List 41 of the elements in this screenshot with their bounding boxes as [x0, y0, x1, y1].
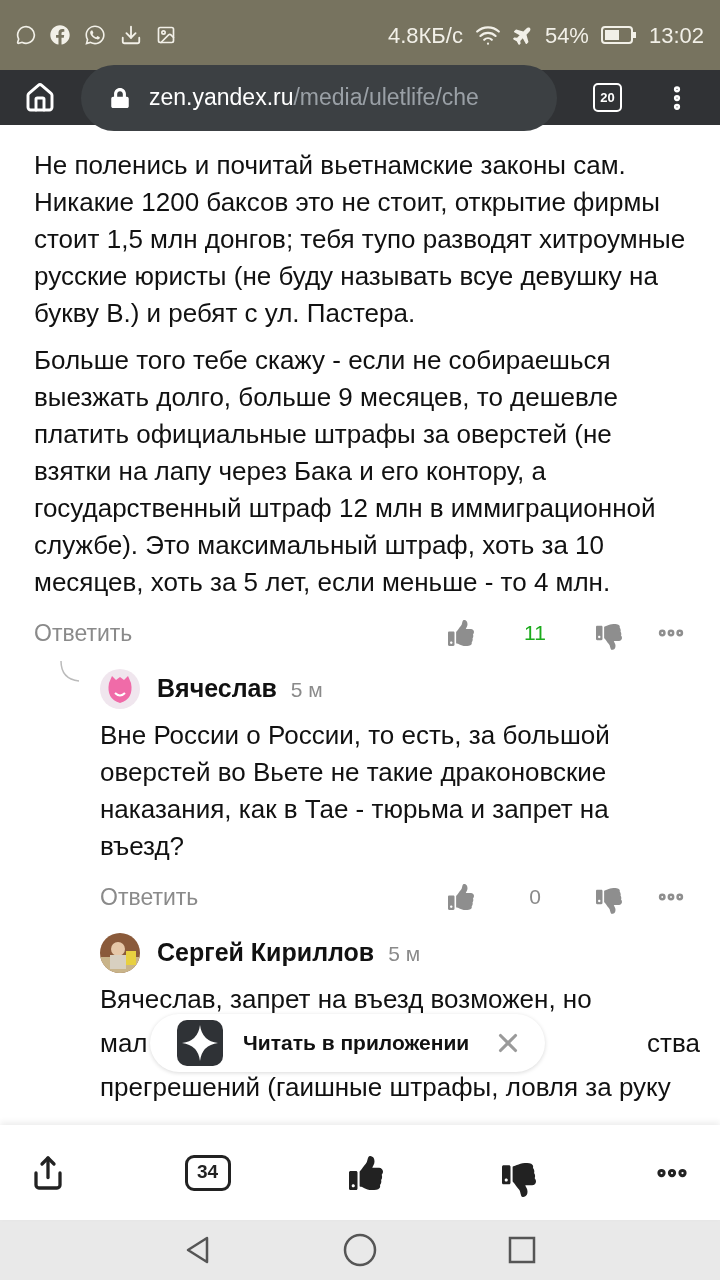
- app-logo-icon: [177, 1020, 223, 1066]
- battery-icon: [600, 25, 637, 45]
- download-icon: [120, 24, 142, 46]
- home-button-icon[interactable]: [343, 1233, 377, 1267]
- home-icon[interactable]: [24, 81, 56, 114]
- battery-percent: 54%: [544, 21, 589, 50]
- thumbs-up-icon[interactable]: [349, 1155, 383, 1190]
- comment-text: Больше того тебе скажу - если не собираешься выезжать долго, больше 9 месяцев, то дешевле платить официальные штрафы за оверстей (не взятки на лапу через Бака и его контору, а государственный штраф 12 млн в иммиграционной службе). Это максимальный штраф, хоть за 10 месяцев, хоть за 5 лет, если меньше - то 4 млн.: [34, 344, 657, 599]
- network-speed: 4.8КБ/с: [387, 21, 463, 50]
- comment-text: ства: [647, 1026, 700, 1060]
- thumbs-up-icon[interactable]: [448, 620, 474, 646]
- thumbs-down-icon[interactable]: [596, 888, 622, 914]
- app-banner[interactable]: Читать в приложении: [150, 1014, 546, 1072]
- like-count: 0: [528, 884, 542, 911]
- thumbs-down-icon[interactable]: [596, 624, 622, 650]
- comments-button[interactable]: 34: [184, 1154, 231, 1191]
- lock-icon: [111, 87, 129, 108]
- comment-text: Вне России о России, то есть, за большой оверстей во Вьете не такие драконовские наказания, как в Тае - тюрьма и запрет на въезд?: [100, 719, 611, 863]
- banner-label: Читать в приложении: [243, 1030, 470, 1057]
- tab-count[interactable]: 20: [593, 83, 622, 112]
- comment-text: Вячеслав, запрет на въезд возможен, но: [100, 982, 592, 1016]
- thumbs-up-icon[interactable]: [448, 884, 474, 910]
- image-icon: [156, 25, 176, 45]
- address-bar[interactable]: zen.yandex.ru/media/uletlife/che: [81, 64, 557, 131]
- avatar-icon: [100, 669, 140, 709]
- recents-icon[interactable]: [507, 1235, 537, 1265]
- chat-icon: [16, 25, 36, 45]
- thumbs-down-icon[interactable]: [501, 1162, 536, 1197]
- clock: 13:02: [648, 21, 704, 50]
- comment-text: прегрешений (гаишные штрафы, ловля за руку: [100, 1070, 671, 1104]
- whatsapp-icon: [84, 24, 106, 46]
- comment-text: Не поленись и почитай вьетнамские законы сам. Никакие 1200 баксов это не стоит, открытие фирмы стоит 1,5 млн донгов; тебя тупо разводят хитроумные русские юристы (не буду называть всуе девушку на букву В.) и ребят с ул. Пастера.: [34, 149, 687, 330]
- facebook-icon: [50, 25, 70, 45]
- url-text: zen.yandex.ru/media/uletlife/che: [149, 83, 479, 113]
- author-name[interactable]: Вячеслав: [157, 670, 277, 708]
- comment-text: мал: [100, 1026, 148, 1060]
- like-count: 11: [523, 620, 547, 647]
- author-name[interactable]: Сергей Кириллов: [157, 934, 375, 972]
- comment-time: 5 м: [290, 677, 323, 704]
- comment-time: 5 м: [388, 941, 421, 968]
- thread-line-icon: [58, 661, 80, 683]
